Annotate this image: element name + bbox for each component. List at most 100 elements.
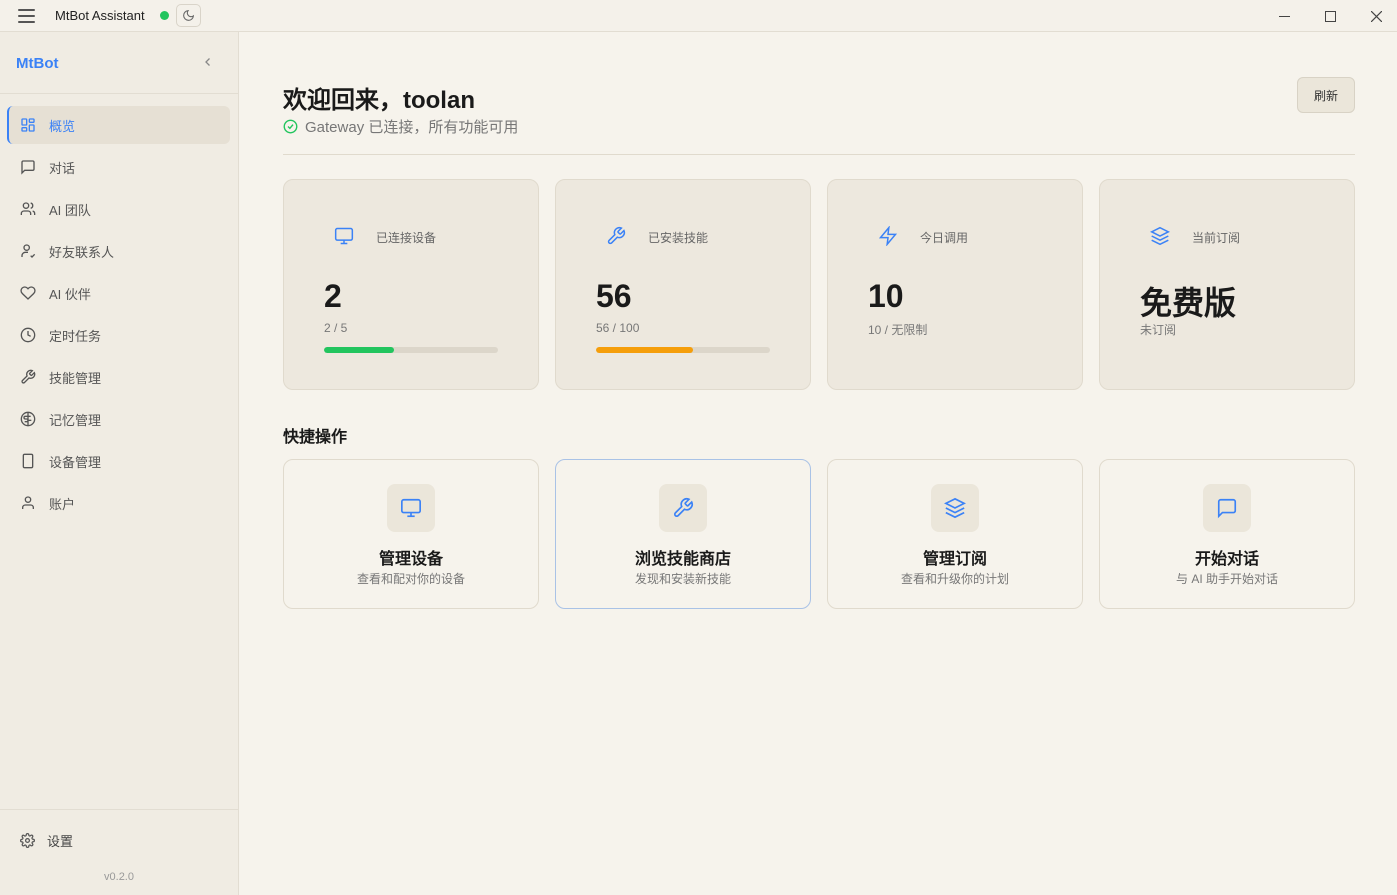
heart-icon	[19, 284, 37, 302]
title-bar: MtBot Assistant	[0, 0, 1397, 32]
theme-toggle-button[interactable]	[176, 4, 201, 27]
stat-sub: 未订阅	[1140, 323, 1177, 337]
stat-value: 2	[324, 278, 342, 314]
sidebar-item-ai-team[interactable]: AI 团队	[7, 190, 230, 228]
start-chat-card[interactable]: 开始对话 与 AI 助手开始对话	[1099, 459, 1355, 609]
sidebar-item-label: 好友联系人	[49, 244, 115, 260]
stat-value: 免费版	[1140, 285, 1237, 321]
stat-label: 今日调用	[920, 231, 969, 245]
monitor-icon	[387, 484, 435, 532]
brand-logo: MtBot	[16, 55, 59, 72]
sidebar-item-devices[interactable]: 设备管理	[7, 442, 230, 480]
contact-icon	[19, 242, 37, 260]
action-title: 管理订阅	[922, 551, 987, 568]
app-title: MtBot Assistant	[55, 8, 145, 23]
stat-value: 10	[868, 278, 904, 314]
chat-icon	[1203, 484, 1251, 532]
stat-card-subscription: 当前订阅 免费版 未订阅	[1099, 179, 1355, 390]
dashboard-icon	[19, 116, 37, 134]
maximize-icon	[1324, 10, 1336, 22]
lightning-icon	[876, 224, 900, 248]
maximize-button[interactable]	[1307, 0, 1353, 32]
wrench-icon	[659, 484, 707, 532]
action-desc: 与 AI 助手开始对话	[1175, 572, 1278, 586]
close-icon	[1370, 10, 1382, 22]
refresh-button[interactable]: 刷新	[1297, 77, 1355, 113]
sidebar-item-label: AI 团队	[49, 202, 91, 218]
divider	[0, 93, 238, 94]
stat-sub: 2 / 5	[324, 321, 348, 335]
user-icon	[19, 494, 37, 512]
divider	[0, 809, 238, 810]
gear-icon	[19, 833, 35, 849]
action-desc: 查看和升级你的计划	[900, 572, 1009, 586]
sidebar-item-scheduled-tasks[interactable]: 定时任务	[7, 316, 230, 354]
stat-label: 当前订阅	[1192, 231, 1241, 245]
collapse-sidebar-button[interactable]	[200, 54, 216, 70]
stat-card-devices: 已连接设备 2 2 / 5	[283, 179, 539, 390]
action-title: 浏览技能商店	[634, 551, 731, 568]
sidebar-item-settings[interactable]: 设置	[19, 831, 73, 850]
sidebar-item-label: 账户	[49, 496, 76, 512]
stat-label: 已连接设备	[376, 231, 437, 245]
manage-devices-card[interactable]: 管理设备 查看和配对你的设备	[283, 459, 539, 609]
stat-sub: 56 / 100	[596, 321, 640, 335]
main-content: 欢迎回来，toolan Gateway 已连接，所有功能可用 刷新 已连接设备 …	[239, 32, 1397, 895]
sidebar-item-label: 定时任务	[49, 328, 102, 344]
minimize-icon	[1278, 15, 1290, 17]
sidebar-item-ai-partner[interactable]: AI 伙伴	[7, 274, 230, 312]
sidebar-item-memory[interactable]: 记忆管理	[7, 400, 230, 438]
minimize-button[interactable]	[1261, 0, 1307, 32]
stat-card-skills: 已安装技能 56 56 / 100	[555, 179, 811, 390]
layers-icon	[1148, 224, 1172, 248]
monitor-icon	[332, 224, 356, 248]
clock-icon	[19, 326, 37, 344]
menu-icon[interactable]	[18, 9, 35, 23]
stat-card-calls: 今日调用 10 10 / 无限制	[827, 179, 1083, 390]
action-desc: 查看和配对你的设备	[356, 572, 465, 586]
sidebar-item-label: AI 伙伴	[49, 286, 91, 302]
page-title: 欢迎回来，toolan	[283, 87, 475, 114]
chat-icon	[19, 158, 37, 176]
sidebar-item-label: 记忆管理	[49, 412, 102, 428]
sidebar-item-label: 设备管理	[49, 454, 102, 470]
brain-icon	[19, 410, 37, 428]
progress-bar	[596, 347, 770, 353]
sidebar-nav: 概览 对话 AI 团队 好友联系人 AI 伙伴 定时任务 技能管理 记忆管理 设…	[7, 106, 230, 526]
sidebar-item-account[interactable]: 账户	[7, 484, 230, 522]
moon-icon	[183, 9, 195, 21]
action-title: 开始对话	[1194, 551, 1259, 568]
sidebar-item-label: 概览	[49, 118, 76, 134]
wrench-icon	[604, 224, 628, 248]
sidebar-item-label: 对话	[49, 160, 76, 176]
sidebar-item-chat[interactable]: 对话	[7, 148, 230, 186]
phone-icon	[19, 452, 37, 470]
browse-skill-store-card[interactable]: 浏览技能商店 发现和安装新技能	[555, 459, 811, 609]
gateway-status: Gateway 已连接，所有功能可用	[283, 116, 518, 137]
progress-fill	[596, 347, 694, 353]
connection-status-dot	[160, 11, 169, 20]
chevron-left-icon	[205, 58, 210, 66]
close-button[interactable]	[1353, 0, 1397, 32]
progress-bar	[324, 347, 498, 353]
manage-subscription-card[interactable]: 管理订阅 查看和升级你的计划	[827, 459, 1083, 609]
gateway-status-text: Gateway 已连接，所有功能可用	[305, 119, 519, 136]
check-circle-icon	[283, 119, 299, 135]
sidebar-item-contacts[interactable]: 好友联系人	[7, 232, 230, 270]
stat-label: 已安装技能	[648, 231, 709, 245]
stat-value: 56	[596, 278, 632, 314]
settings-label: 设置	[47, 834, 74, 849]
wrench-icon	[19, 368, 37, 386]
divider	[283, 154, 1355, 155]
team-icon	[19, 200, 37, 218]
action-desc: 发现和安装新技能	[634, 572, 731, 586]
sidebar-item-overview[interactable]: 概览	[7, 106, 230, 144]
sidebar-item-label: 技能管理	[49, 370, 102, 386]
progress-fill	[324, 347, 394, 353]
stat-sub: 10 / 无限制	[868, 323, 928, 337]
section-title: 快捷操作	[283, 429, 348, 446]
sidebar: MtBot 概览 对话 AI 团队 好友联系人 AI 伙伴 定时任务 技能管理 …	[0, 32, 239, 895]
version-label: v0.2.0	[104, 871, 134, 883]
layers-icon	[931, 484, 979, 532]
sidebar-item-skills[interactable]: 技能管理	[7, 358, 230, 396]
